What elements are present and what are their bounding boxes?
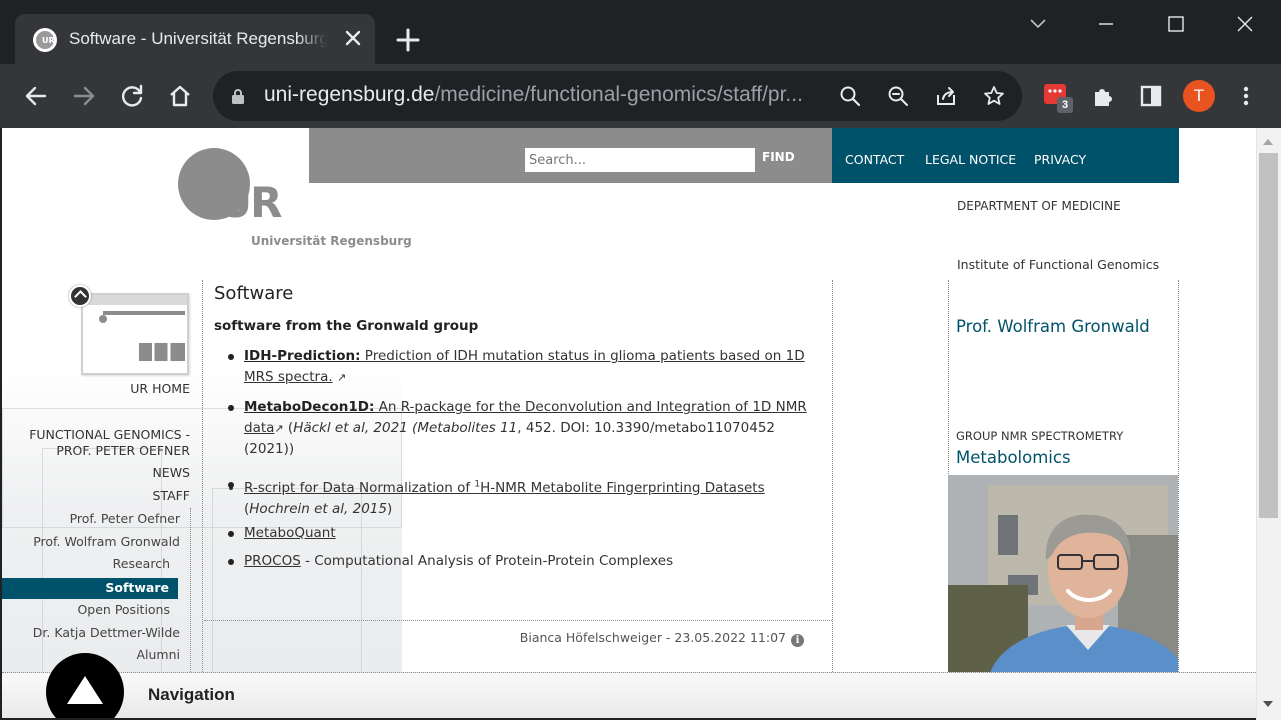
list-item: R-script for Data Normalization of 1H-NM… <box>228 474 824 520</box>
forward-icon[interactable] <box>68 80 100 112</box>
star-icon[interactable] <box>982 84 1006 108</box>
divider <box>832 280 833 672</box>
reload-icon[interactable] <box>116 80 148 112</box>
institute-heading[interactable]: Institute of Functional Genomics <box>957 257 1159 272</box>
tab-title: Software - Universität Regensburg <box>69 29 327 48</box>
contact-link[interactable]: CONTACT <box>845 152 904 167</box>
nav-functional-genomics[interactable]: FUNCTIONAL GENOMICS - <box>29 427 190 442</box>
page-footer-meta: Bianca Höfelschweiger - 23.05.2022 11:07… <box>204 630 804 647</box>
extension-icon[interactable]: 3 <box>1043 83 1073 113</box>
list-item: IDH-Prediction: Prediction of IDH mutati… <box>228 346 824 388</box>
zoom-out-icon[interactable] <box>886 84 910 108</box>
bottom-navigation-bar: Navigation <box>2 653 1256 718</box>
find-button[interactable]: FIND <box>762 150 795 164</box>
citation-year: (2021)) <box>244 441 295 457</box>
citation-authors: Hochrein et al, 2015 <box>249 500 387 517</box>
favicon-icon: UR <box>33 28 57 52</box>
nav-staff[interactable]: STAFF <box>152 488 190 503</box>
citation-open: ( <box>283 420 294 436</box>
privacy-link[interactable]: PRIVACY <box>1034 152 1086 167</box>
minimize-icon[interactable] <box>1086 10 1126 38</box>
browser-toolbar: uni-regensburg.de/medicine/functional-ge… <box>0 64 1281 128</box>
scroll-up-arrow-icon[interactable] <box>1263 139 1273 145</box>
ur-home-link[interactable]: UR HOME <box>130 381 190 396</box>
nav-news[interactable]: NEWS <box>152 465 190 480</box>
url-text: uni-regensburg.de/medicine/functional-ge… <box>264 83 803 106</box>
tab-strip: UR Software - Universität Regensburg <box>0 0 1281 64</box>
list-item: MetaboQuant <box>228 523 824 544</box>
divider <box>1178 280 1179 672</box>
department-heading[interactable]: DEPARTMENT OF MEDICINE <box>957 199 1121 213</box>
sidepanel-icon[interactable] <box>1135 80 1167 112</box>
search-bar: FIND <box>309 128 832 183</box>
nav-alumni[interactable]: Alumni <box>136 647 180 662</box>
extension-badge-count: 3 <box>1057 97 1073 113</box>
chevron-down-icon[interactable] <box>1018 10 1058 38</box>
logo-mark: UR <box>218 178 282 227</box>
list-item: PROCOS - Computational Analysis of Prote… <box>228 551 824 572</box>
nav-software-label: Software <box>105 580 169 595</box>
nav-dettmer-wilde[interactable]: Dr. Katja Dettmer-Wilde <box>33 625 180 640</box>
nav-prof-gronwald[interactable]: Prof. Wolfram Gronwald <box>33 534 180 549</box>
metaboquant-link[interactable]: MetaboQuant <box>244 525 336 541</box>
nav-research[interactable]: Research <box>113 556 170 571</box>
idh-prediction-description-link-2[interactable]: MRS spectra. <box>244 369 333 385</box>
browser-tab[interactable]: UR Software - Universität Regensburg <box>15 14 375 64</box>
metabolomics-link[interactable]: Metabolomics <box>956 448 1071 467</box>
close-window-icon[interactable] <box>1225 10 1265 38</box>
metabodecon1d-link[interactable]: MetaboDecon1D: <box>244 399 374 415</box>
share-icon[interactable] <box>934 84 958 108</box>
portrait-photo <box>948 475 1178 672</box>
scrollbar-thumb[interactable] <box>1259 153 1278 518</box>
page-viewport: UR Universität Regensburg FIND CONTACT L… <box>2 128 1256 718</box>
puzzle-icon[interactable] <box>1087 80 1119 112</box>
procos-description: - Computational Analysis of Protein-Prot… <box>300 553 674 569</box>
list-item: MetaboDecon1D: An R-package for the Deco… <box>228 397 824 460</box>
external-link-icon: ↗ <box>336 371 347 384</box>
meta-nav: CONTACT LEGAL NOTICE PRIVACY <box>832 128 1179 183</box>
lock-icon[interactable] <box>231 88 245 104</box>
citation-authors: Häckl et al, 2021 (Metabolites 11 <box>293 420 518 436</box>
menu-icon[interactable] <box>1230 80 1262 112</box>
info-icon[interactable]: i <box>791 634 804 647</box>
page-title: Software <box>214 283 294 304</box>
divider <box>202 280 203 672</box>
legal-notice-link[interactable]: LEGAL NOTICE <box>925 152 1016 167</box>
close-icon[interactable] <box>341 26 365 50</box>
search-icon[interactable] <box>838 84 862 108</box>
search-input[interactable] <box>525 148 755 172</box>
external-link-icon: ↗ <box>274 422 284 435</box>
nav-software-active[interactable]: Software <box>2 578 178 599</box>
citation-rest: , 452. DOI: 10.3390/metabo11070452 <box>517 420 775 436</box>
r-script-link[interactable]: R-script for Data Normalization of 1H-NM… <box>244 479 765 496</box>
divider <box>948 280 949 480</box>
address-bar[interactable]: uni-regensburg.de/medicine/functional-ge… <box>213 71 1022 121</box>
nav-prof-oefner[interactable]: Prof. Peter Oefner <box>70 511 180 526</box>
metabodecon1d-data-link[interactable]: data <box>244 420 274 436</box>
prof-gronwald-link[interactable]: Prof. Wolfram Gronwald <box>956 317 1150 336</box>
avatar[interactable]: T <box>1183 80 1215 112</box>
plus-icon[interactable] <box>394 26 422 54</box>
logo-wordmark: Universität Regensburg <box>251 234 412 248</box>
idh-prediction-link[interactable]: IDH-Prediction: <box>244 348 361 364</box>
scroll-down-arrow-icon[interactable] <box>1263 701 1273 707</box>
author-timestamp: Bianca Höfelschweiger - 23.05.2022 11:07 <box>519 630 786 645</box>
back-icon[interactable] <box>20 80 52 112</box>
group-label: GROUP NMR SPECTROMETRY <box>956 429 1124 443</box>
procos-link[interactable]: PROCOS <box>244 553 301 569</box>
nav-open-positions[interactable]: Open Positions <box>77 602 170 617</box>
nav-functional-genomics-line2[interactable]: PROF. PETER OEFNER <box>56 443 190 458</box>
idh-prediction-description-link[interactable]: Prediction of IDH mutation status in gli… <box>361 348 805 364</box>
metabodecon1d-description-link[interactable]: An R-package for the Deconvolution and I… <box>374 399 807 415</box>
maximize-icon[interactable] <box>1156 10 1196 38</box>
lead-text: software from the Gronwald group <box>214 318 479 334</box>
home-icon[interactable] <box>164 80 196 112</box>
divider <box>204 620 832 621</box>
navigation-title[interactable]: Navigation <box>148 685 235 705</box>
left-nav: UR HOME FUNCTIONAL GENOMICS - PROF. PETE… <box>2 128 198 672</box>
